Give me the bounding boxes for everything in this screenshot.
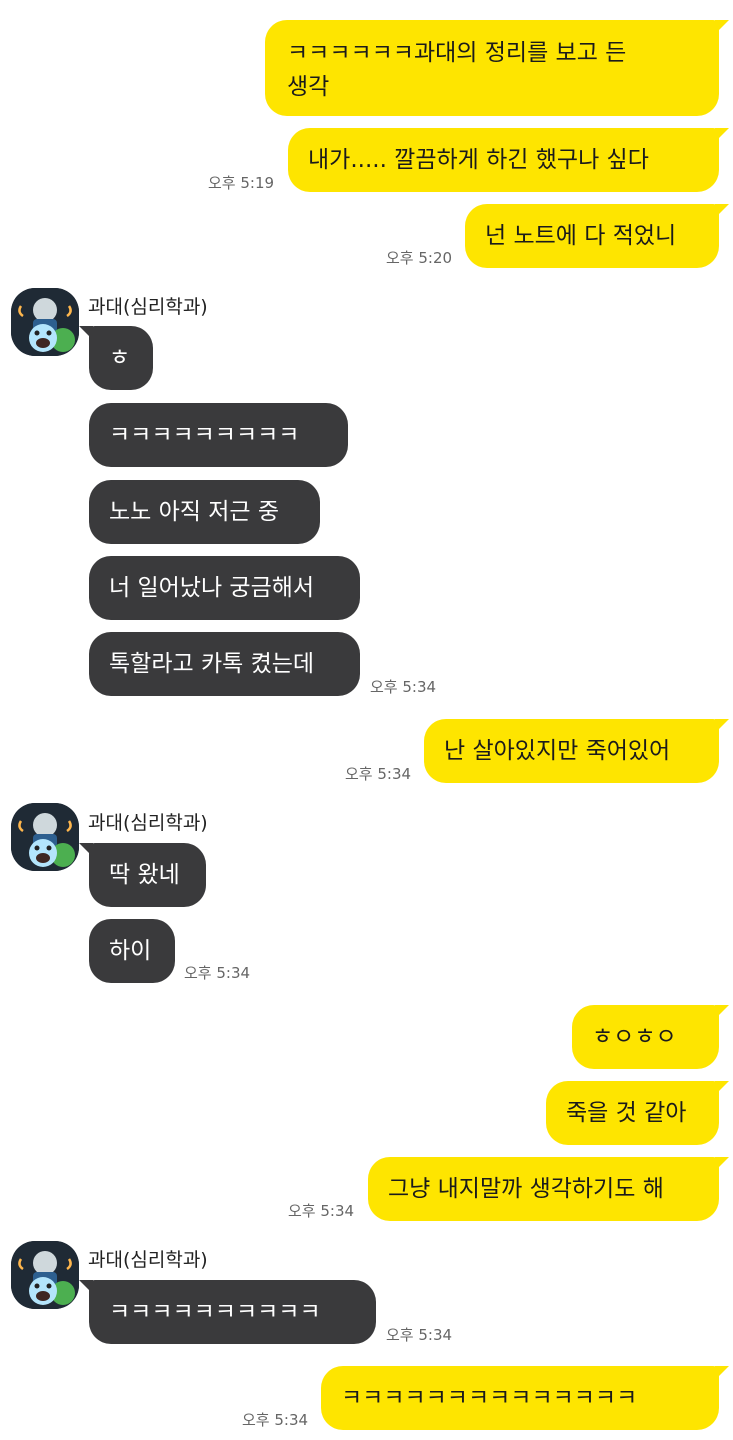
message-timestamp: 오후 5:34 xyxy=(288,1202,355,1220)
partner-message-bubble[interactable]: 너 일어났나 궁금해서 xyxy=(89,556,360,620)
character-icon xyxy=(11,803,79,871)
my-message-bubble[interactable]: ㅎㅇㅎㅇ xyxy=(572,1005,729,1069)
message-timestamp: 오후 5:20 xyxy=(386,249,453,267)
my-message-bubble[interactable]: ㅋㅋㅋㅋㅋㅋ과대의 정리를 보고 든 생각 xyxy=(265,20,729,116)
my-message-bubble[interactable]: 죽을 것 같아 xyxy=(546,1081,729,1145)
my-message-bubble[interactable]: 그냥 내지말까 생각하기도 해 xyxy=(368,1157,729,1221)
my-message-bubble[interactable]: 넌 노트에 다 적었니 xyxy=(465,204,729,268)
partner-message-bubble[interactable]: 톡할라고 카톡 켰는데 xyxy=(89,632,360,696)
character-icon xyxy=(11,288,79,356)
my-message-bubble[interactable]: ㅋㅋㅋㅋㅋㅋㅋㅋㅋㅋㅋㅋㅋㅋ xyxy=(321,1366,729,1430)
partner-message-bubble[interactable]: ㅋㅋㅋㅋㅋㅋㅋㅋㅋ xyxy=(89,403,348,467)
my-message-bubble[interactable]: 난 살아있지만 죽어있어 xyxy=(424,719,729,783)
partner-avatar[interactable] xyxy=(11,1241,79,1309)
message-timestamp: 오후 5:34 xyxy=(184,964,251,982)
message-timestamp: 오후 5:34 xyxy=(345,765,412,783)
partner-message-bubble[interactable]: 하이 xyxy=(89,919,175,983)
sender-name: 과대(심리학과) xyxy=(88,296,208,318)
partner-message-bubble[interactable]: ㅋㅋㅋㅋㅋㅋㅋㅋㅋㅋ xyxy=(79,1280,376,1344)
partner-message-bubble[interactable]: 딱 왔네 xyxy=(79,843,206,907)
partner-avatar[interactable] xyxy=(11,803,79,871)
message-timestamp: 오후 5:34 xyxy=(386,1326,453,1344)
message-timestamp: 오후 5:34 xyxy=(242,1411,309,1429)
partner-avatar[interactable] xyxy=(11,288,79,356)
sender-name: 과대(심리학과) xyxy=(88,1249,208,1271)
chat-log: ㅋㅋㅋㅋㅋㅋ과대의 정리를 보고 든 생각 오후 5:19 내가..... 깔끔… xyxy=(0,0,733,1440)
message-timestamp: 오후 5:19 xyxy=(208,174,275,192)
character-icon xyxy=(11,1241,79,1309)
partner-message-bubble[interactable]: ㅎ xyxy=(79,326,153,390)
partner-message-bubble[interactable]: 노노 아직 저근 중 xyxy=(89,480,320,544)
sender-name: 과대(심리학과) xyxy=(88,812,208,834)
message-timestamp: 오후 5:34 xyxy=(370,678,437,696)
my-message-bubble[interactable]: 내가..... 깔끔하게 하긴 했구나 싶다 xyxy=(288,128,729,192)
